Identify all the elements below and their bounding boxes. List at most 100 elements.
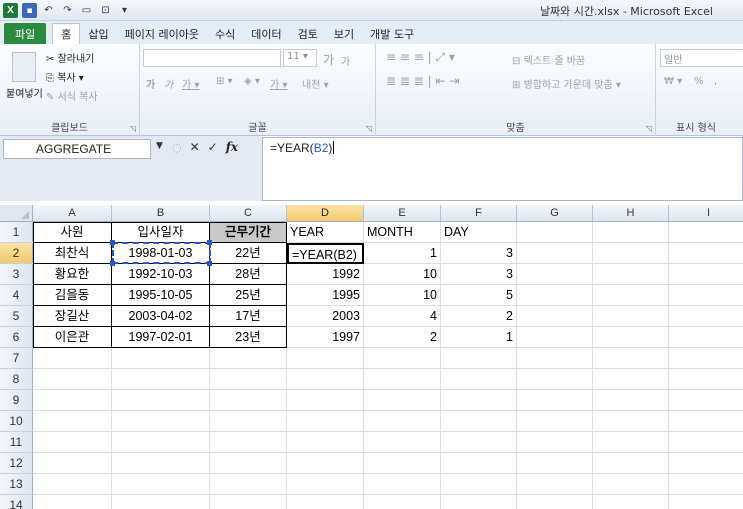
cell-b1[interactable]: 입사일자 — [112, 222, 210, 243]
cell-c7[interactable] — [210, 348, 287, 369]
cell-d10[interactable] — [287, 411, 364, 432]
align-left-icon[interactable]: ≣ ≣ ≣ | ⇤ ⇥ — [386, 74, 459, 88]
cell-f2[interactable]: 3 — [441, 243, 517, 264]
cell-g8[interactable] — [517, 369, 593, 390]
cell-i8[interactable] — [669, 369, 743, 390]
cell-a8[interactable] — [33, 369, 112, 390]
row-header-1[interactable]: 1 — [0, 222, 33, 243]
undo-icon[interactable]: ↶ — [41, 3, 56, 18]
cell-g10[interactable] — [517, 411, 593, 432]
cell-g6[interactable] — [517, 327, 593, 348]
cell-b9[interactable] — [112, 390, 210, 411]
cell-a12[interactable] — [33, 453, 112, 474]
enter-icon[interactable]: ✓ — [208, 140, 218, 154]
cell-e2[interactable]: 1 — [364, 243, 441, 264]
row-header-10[interactable]: 10 — [0, 411, 33, 432]
cell-c11[interactable] — [210, 432, 287, 453]
cell-g5[interactable] — [517, 306, 593, 327]
cell-b12[interactable] — [112, 453, 210, 474]
currency-icon[interactable]: ₩ ▾ — [664, 76, 682, 87]
cell-h2[interactable] — [593, 243, 669, 264]
cell-g13[interactable] — [517, 474, 593, 495]
cell-e11[interactable] — [364, 432, 441, 453]
reference-resize-handle[interactable] — [110, 261, 115, 266]
cell-i10[interactable] — [669, 411, 743, 432]
paste-button[interactable]: 붙여넣기 — [6, 85, 43, 100]
phonetic-icon[interactable]: 내천 ▾ — [302, 76, 329, 91]
cell-g12[interactable] — [517, 453, 593, 474]
cell-d11[interactable] — [287, 432, 364, 453]
cell-a6[interactable]: 이은관 — [33, 327, 112, 348]
column-header-d[interactable]: D — [287, 205, 364, 222]
underline-button[interactable]: 가 ▾ — [182, 76, 199, 91]
cell-g4[interactable] — [517, 285, 593, 306]
cell-h6[interactable] — [593, 327, 669, 348]
format-painter-button[interactable]: ✎ 서식 복사 — [46, 88, 98, 103]
cell-a4[interactable]: 김을동 — [33, 285, 112, 306]
cell-d9[interactable] — [287, 390, 364, 411]
row-header-13[interactable]: 13 — [0, 474, 33, 495]
cell-c9[interactable] — [210, 390, 287, 411]
cell-f14[interactable] — [441, 495, 517, 509]
redo-icon[interactable]: ↷ — [60, 3, 75, 18]
column-header-f[interactable]: F — [441, 205, 517, 222]
row-header-6[interactable]: 6 — [0, 327, 33, 348]
cell-f13[interactable] — [441, 474, 517, 495]
cell-a7[interactable] — [33, 348, 112, 369]
reference-resize-handle[interactable] — [110, 240, 115, 245]
cell-e6[interactable]: 2 — [364, 327, 441, 348]
cell-i3[interactable] — [669, 264, 743, 285]
cell-h1[interactable] — [593, 222, 669, 243]
cell-h4[interactable] — [593, 285, 669, 306]
font-launcher-icon[interactable]: ◹ — [366, 124, 372, 133]
tab-formulas[interactable]: 수식 — [207, 23, 243, 44]
column-header-b[interactable]: B — [112, 205, 210, 222]
grow-font-button[interactable]: 가 — [323, 51, 334, 68]
cell-g3[interactable] — [517, 264, 593, 285]
reference-resize-handle[interactable] — [207, 240, 212, 245]
cell-b11[interactable] — [112, 432, 210, 453]
tab-view[interactable]: 보기 — [326, 23, 362, 44]
cell-d6[interactable]: 1997 — [287, 327, 364, 348]
cell-f6[interactable]: 1 — [441, 327, 517, 348]
cell-a9[interactable] — [33, 390, 112, 411]
save-icon[interactable]: ▪ — [22, 3, 37, 18]
formula-input[interactable]: =YEAR(B2) — [262, 137, 743, 201]
open-icon[interactable]: ⊡ — [98, 3, 113, 18]
cell-b7[interactable] — [112, 348, 210, 369]
cell-e5[interactable]: 4 — [364, 306, 441, 327]
cell-d2[interactable]: =YEAR(B2) — [287, 243, 364, 264]
cell-b2[interactable]: 1998-01-03 — [112, 243, 210, 264]
row-header-8[interactable]: 8 — [0, 369, 33, 390]
cell-f7[interactable] — [441, 348, 517, 369]
cell-a3[interactable]: 황요한 — [33, 264, 112, 285]
border-icon[interactable]: ⊞ ▾ — [216, 76, 233, 87]
cell-c8[interactable] — [210, 369, 287, 390]
cell-a2[interactable]: 최찬식 — [33, 243, 112, 264]
cell-f10[interactable] — [441, 411, 517, 432]
cell-d12[interactable] — [287, 453, 364, 474]
cell-i4[interactable] — [669, 285, 743, 306]
cell-f1[interactable]: DAY — [441, 222, 517, 243]
italic-button[interactable]: 가 — [164, 76, 173, 91]
chevron-down-icon[interactable]: ▼ — [156, 141, 163, 151]
copy-button[interactable]: ⎘ 복사 ▾ — [46, 69, 84, 84]
cell-i9[interactable] — [669, 390, 743, 411]
cell-g14[interactable] — [517, 495, 593, 509]
cell-c12[interactable] — [210, 453, 287, 474]
font-name-box[interactable] — [143, 49, 281, 67]
cell-c3[interactable]: 28년 — [210, 264, 287, 285]
cell-g2[interactable] — [517, 243, 593, 264]
cell-a1[interactable]: 사원 — [33, 222, 112, 243]
cell-i2[interactable] — [669, 243, 743, 264]
cell-h7[interactable] — [593, 348, 669, 369]
cell-i1[interactable] — [669, 222, 743, 243]
tab-review[interactable]: 검토 — [290, 23, 326, 44]
cell-e7[interactable] — [364, 348, 441, 369]
cell-h5[interactable] — [593, 306, 669, 327]
alignment-launcher-icon[interactable]: ◹ — [646, 124, 652, 133]
fill-color-icon[interactable]: ◈ ▾ — [244, 76, 260, 87]
cell-b6[interactable]: 1997-02-01 — [112, 327, 210, 348]
cell-e10[interactable] — [364, 411, 441, 432]
cell-g11[interactable] — [517, 432, 593, 453]
